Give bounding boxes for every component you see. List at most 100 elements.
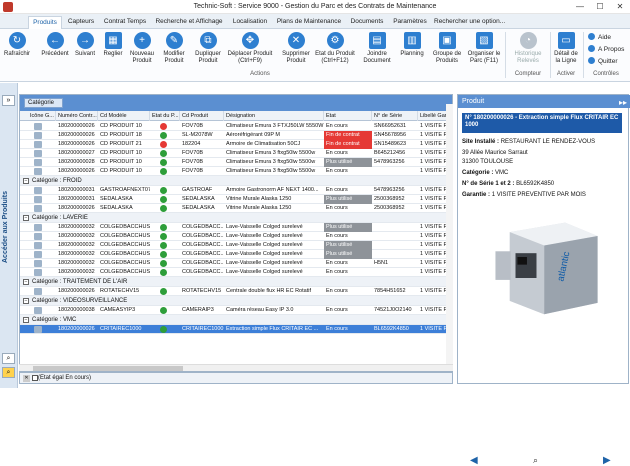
help-icon [588,33,595,40]
duplicate-product-button[interactable]: ⧉ Dupliquer Produit [191,32,225,64]
close-button[interactable]: ✕ [610,0,630,14]
new-product-button[interactable]: + Nouveau Produit [129,32,155,64]
move-product-button[interactable]: ✥ Déplacer Produit (Ctrl+F9) [227,32,273,64]
category-row[interactable]: − Catégorie : TRAITEMENT DE L'AIR [20,277,452,287]
edit-product-button[interactable]: ✎ Modifier Produit [159,32,189,64]
table-row[interactable]: 180200000026 CD PRODUIT 21 182204 Armoire d… [20,140,452,149]
tab-recherche[interactable]: Recherche et Affichage [152,16,226,29]
table-row[interactable]: 180200000031 SEDALASKA SEDALASKA Vitrine Mu… [20,195,452,204]
navigation-sidebar[interactable]: » Accéder aux Produits ⌕ ⌕ [0,83,18,388]
tab-produits[interactable]: Produits [28,16,62,29]
product-type-icon [34,187,42,194]
planning-button[interactable]: ▥ Planning [398,32,426,58]
next-product-button[interactable]: ▶ [603,455,611,466]
table-row[interactable]: 180200000032 COLGEDBACCHUS COLGEDBACC... La… [20,232,452,241]
scroll-thumb[interactable] [33,366,183,371]
col-header[interactable]: Etat du P... [150,111,180,121]
tab-documents[interactable]: Documents [346,16,388,29]
filter-search-icon[interactable]: ⌕ [2,367,15,378]
product-image: atlantic [495,222,598,315]
cell-model: COLGEDBACCHUS [100,224,150,230]
table-row[interactable]: 180200000026 CD PRODUIT 18 SL-M2078W Aéroré… [20,131,452,140]
product-type-icon [34,326,42,333]
cell-serial: SN15489623 [374,141,407,147]
tab-capteurs[interactable]: Capteurs [64,16,98,29]
cell-contract: 180200000032 [58,269,95,275]
group-icon: ▣ [438,32,456,49]
product-status-button[interactable]: ⚙ Etat du Produit (Ctrl+F12) [315,32,355,64]
category-row[interactable]: − Catégorie : VIDEOSURVEILLANCE [20,296,452,306]
delete-product-button[interactable]: ✕ Supprimer Produit [279,32,313,64]
tab-plans[interactable]: Plans de Maintenance [274,16,344,29]
table-row[interactable]: 180200000032 COLGEDBACCHUS COLGEDBACC... La… [20,250,452,259]
table-row[interactable]: 180200000026 ROTATECHV15 ROTATECHV15 Centra… [20,287,452,296]
status-dot [160,168,167,175]
col-header[interactable]: Cd Modèle [98,111,150,121]
category-row[interactable]: − Catégorie : FROID [20,176,452,186]
horizontal-scrollbar[interactable] [19,364,453,371]
history-readings-button[interactable]: ◔ Historique Relevés [508,32,548,64]
plus-icon: + [133,32,151,49]
attach-document-button[interactable]: ▤ Joindre Document [360,32,394,64]
table-row[interactable]: 180200000026 CD PRODUIT 10 FOV70B Climatise… [20,167,452,176]
cell-des: Lave-Vaisselle Colged surelevé [226,242,303,248]
search-icon[interactable]: ⌕ [2,353,15,364]
table-row[interactable]: 180200000031 GASTROAFNEXT07 GASTROAF Armoir… [20,186,452,195]
collapse-toggle-icon[interactable]: − [23,279,29,285]
col-header[interactable]: Désignation [224,111,324,121]
col-header[interactable]: Icône G... [28,111,56,121]
organize-park-button[interactable]: ▧ Organiser le Parc (F11) [466,32,502,64]
quit-button[interactable]: Quitter [588,57,618,65]
group-by-chip[interactable]: Catégorie [24,98,64,108]
previous-button[interactable]: ← Précédent [39,32,71,58]
maximize-button[interactable]: ☐ [590,0,610,14]
table-row[interactable]: 180200000028 CD PRODUIT 10 FOV70B Climatise… [20,158,452,167]
col-header[interactable]: Etat [324,111,372,121]
table-row[interactable]: 180200000027 CD PRODUIT 10 FOV70B Climatise… [20,149,452,158]
tab-localisation[interactable]: Localisation [228,16,272,29]
collapse-toggle-icon[interactable]: − [23,215,29,221]
address-line-1: 39 Allée Maurice Sarraut [462,150,528,156]
product-group-button[interactable]: ▣ Groupe de Produits [430,32,464,64]
table-row[interactable]: 180200000026 SEDALASKA SEDALASKA Vitrine Mu… [20,204,452,213]
vertical-scrollbar[interactable] [446,104,453,364]
table-row[interactable]: 180200000026 CRITAIREC1000 CRITAIREC1000 Ex… [20,325,452,334]
cell-cdprod: GASTROAF [182,187,213,193]
table-row[interactable]: 180200000032 COLGEDBACCHUS COLGEDBACC... La… [20,259,452,268]
search-option-input[interactable]: Rechercher une option... [434,16,514,29]
collapse-toggle-icon[interactable]: − [23,298,29,304]
line-detail-button[interactable]: ▭ Détail de la Ligne [552,32,580,64]
col-header[interactable]: Cd Produit [180,111,224,121]
collapse-toggle-icon[interactable]: − [23,178,29,184]
cell-model: CD PRODUIT 10 [100,150,142,156]
collapse-toggle-icon[interactable]: − [23,317,29,323]
previous-product-button[interactable]: ◀ [470,455,478,466]
cell-contract: 180200000026 [58,168,95,174]
reglier-button[interactable]: ▦ Reglier [101,32,125,58]
table-row[interactable]: 180200000038 CAMEASYIP3 CAMERAIP3 Caméra ré… [20,306,452,315]
col-header[interactable]: N° de Série [372,111,418,121]
tab-parametres[interactable]: Paramètres [390,16,430,29]
refresh-button[interactable]: ↻ Rafraîchir [3,32,31,58]
minimize-button[interactable]: — [570,0,590,14]
category-label: Catégorie : LAVERIE [32,215,88,221]
collapse-sidebar-button[interactable]: » [2,95,15,106]
table-row[interactable]: 180200000032 COLGEDBACCHUS COLGEDBACC... La… [20,223,452,232]
table-row[interactable]: 180200000032 COLGEDBACCHUS COLGEDBACC... La… [20,268,452,277]
status-dot [160,326,167,333]
category-row[interactable]: − Catégorie : LAVERIE [20,213,452,223]
close-icon[interactable]: ▸▸ [619,96,627,109]
help-button[interactable]: Aide [588,33,611,41]
filter-checkbox[interactable] [32,375,38,381]
table-row[interactable]: 180200000032 COLGEDBACCHUS COLGEDBACC... La… [20,241,452,250]
next-button[interactable]: → Suivant [72,32,98,58]
ribbon-separator [583,32,584,78]
col-header[interactable]: Numéro Contr... [56,111,98,121]
tab-contrat-temps[interactable]: Contrat Temps [100,16,150,29]
category-row[interactable]: − Catégorie : VMC [20,315,452,325]
table-row[interactable]: 180200000026 CD PRODUIT 10 FOV70B Climatise… [20,122,452,131]
clear-filter-icon[interactable]: ✕ [23,375,30,382]
calendar-icon: ▥ [403,32,421,49]
about-button[interactable]: A Propos [588,45,624,53]
search-icon[interactable]: ⌕ [533,455,538,466]
